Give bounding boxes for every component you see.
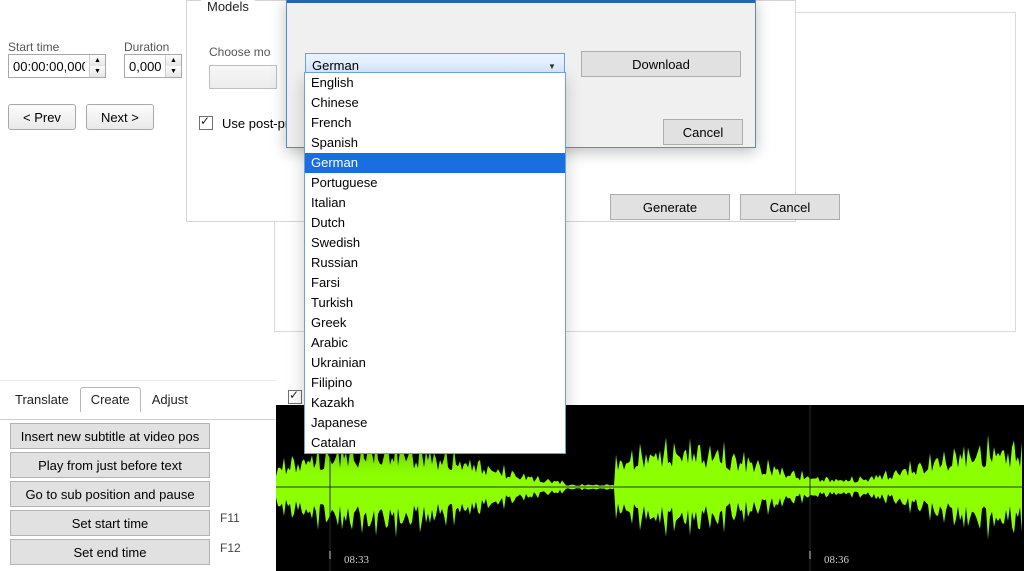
start-time-input[interactable] bbox=[9, 55, 89, 77]
language-option-ukrainian[interactable]: Ukrainian bbox=[305, 353, 565, 373]
language-listbox[interactable]: EnglishChineseFrenchSpanishGermanPortugu… bbox=[304, 72, 566, 454]
duration-label: Duration bbox=[124, 40, 182, 54]
language-option-swedish[interactable]: Swedish bbox=[305, 233, 565, 253]
language-option-spanish[interactable]: Spanish bbox=[305, 133, 565, 153]
shortcut-f12-label: F12 bbox=[220, 541, 241, 555]
language-option-farsi[interactable]: Farsi bbox=[305, 273, 565, 293]
language-option-arabic[interactable]: Arabic bbox=[305, 333, 565, 353]
tab-translate[interactable]: Translate bbox=[4, 387, 80, 412]
bottom-tabs-panel: Translate Create Adjust Insert new subti… bbox=[0, 380, 276, 570]
duration-down-icon[interactable]: ▼ bbox=[166, 66, 181, 77]
tab-create[interactable]: Create bbox=[80, 387, 141, 412]
download-button[interactable]: Download bbox=[581, 51, 741, 77]
language-option-kazakh[interactable]: Kazakh bbox=[305, 393, 565, 413]
language-option-japanese[interactable]: Japanese bbox=[305, 413, 565, 433]
start-time-down-icon[interactable]: ▼ bbox=[90, 66, 105, 77]
use-postprocessing-checkbox[interactable]: Use post-pro bbox=[195, 113, 296, 133]
language-option-dutch[interactable]: Dutch bbox=[305, 213, 565, 233]
language-option-greek[interactable]: Greek bbox=[305, 313, 565, 333]
insert-at-video-pos-button[interactable]: Insert new subtitle at video pos bbox=[10, 423, 210, 449]
models-group-title: Models bbox=[201, 0, 255, 14]
waveform-timestamp: 08:33 bbox=[344, 554, 370, 566]
generate-button[interactable]: Generate bbox=[610, 194, 730, 220]
start-time-arrows[interactable]: ▲ ▼ bbox=[89, 55, 105, 77]
language-option-turkish[interactable]: Turkish bbox=[305, 293, 565, 313]
language-option-english[interactable]: English bbox=[305, 73, 565, 93]
tab-underline bbox=[0, 419, 276, 420]
cancel-underlying-button[interactable]: Cancel bbox=[740, 194, 840, 220]
tab-adjust[interactable]: Adjust bbox=[141, 387, 199, 412]
choose-model-combobox[interactable] bbox=[209, 65, 277, 89]
duration-up-icon[interactable]: ▲ bbox=[166, 55, 181, 66]
cancel-download-button[interactable]: Cancel bbox=[663, 119, 743, 145]
time-panel: Start time ▲ ▼ Duration ▲ ▼ < Prev Next … bbox=[0, 36, 180, 136]
language-combobox-value: German bbox=[312, 58, 359, 73]
language-option-german[interactable]: German bbox=[305, 153, 565, 173]
choose-model-label: Choose mo bbox=[209, 45, 270, 59]
select-checkbox[interactable] bbox=[288, 390, 302, 404]
duration-stepper[interactable]: ▲ ▼ bbox=[124, 54, 182, 78]
tab-bar: Translate Create Adjust bbox=[4, 387, 276, 412]
language-option-italian[interactable]: Italian bbox=[305, 193, 565, 213]
duration-input[interactable] bbox=[125, 55, 165, 77]
language-option-french[interactable]: French bbox=[305, 113, 565, 133]
set-start-time-button[interactable]: Set start time bbox=[10, 510, 210, 536]
language-option-portuguese[interactable]: Portuguese bbox=[305, 173, 565, 193]
language-option-russian[interactable]: Russian bbox=[305, 253, 565, 273]
prev-button[interactable]: < Prev bbox=[8, 104, 76, 130]
next-button[interactable]: Next > bbox=[86, 104, 154, 130]
language-option-chinese[interactable]: Chinese bbox=[305, 93, 565, 113]
set-end-time-button[interactable]: Set end time bbox=[10, 539, 210, 565]
start-time-label: Start time bbox=[8, 40, 106, 54]
start-time-up-icon[interactable]: ▲ bbox=[90, 55, 105, 66]
duration-arrows[interactable]: ▲ ▼ bbox=[165, 55, 181, 77]
language-option-filipino[interactable]: Filipino bbox=[305, 373, 565, 393]
play-before-text-button[interactable]: Play from just before text bbox=[10, 452, 210, 478]
go-to-sub-pause-button[interactable]: Go to sub position and pause bbox=[10, 481, 210, 507]
use-postprocessing-check[interactable] bbox=[199, 116, 213, 130]
start-time-stepper[interactable]: ▲ ▼ bbox=[8, 54, 106, 78]
shortcut-f11-label: F11 bbox=[220, 511, 240, 525]
underlying-action-row: Generate Cancel bbox=[610, 194, 840, 220]
language-option-catalan[interactable]: Catalan bbox=[305, 433, 565, 453]
waveform-timestamp: 08:36 bbox=[824, 554, 850, 566]
